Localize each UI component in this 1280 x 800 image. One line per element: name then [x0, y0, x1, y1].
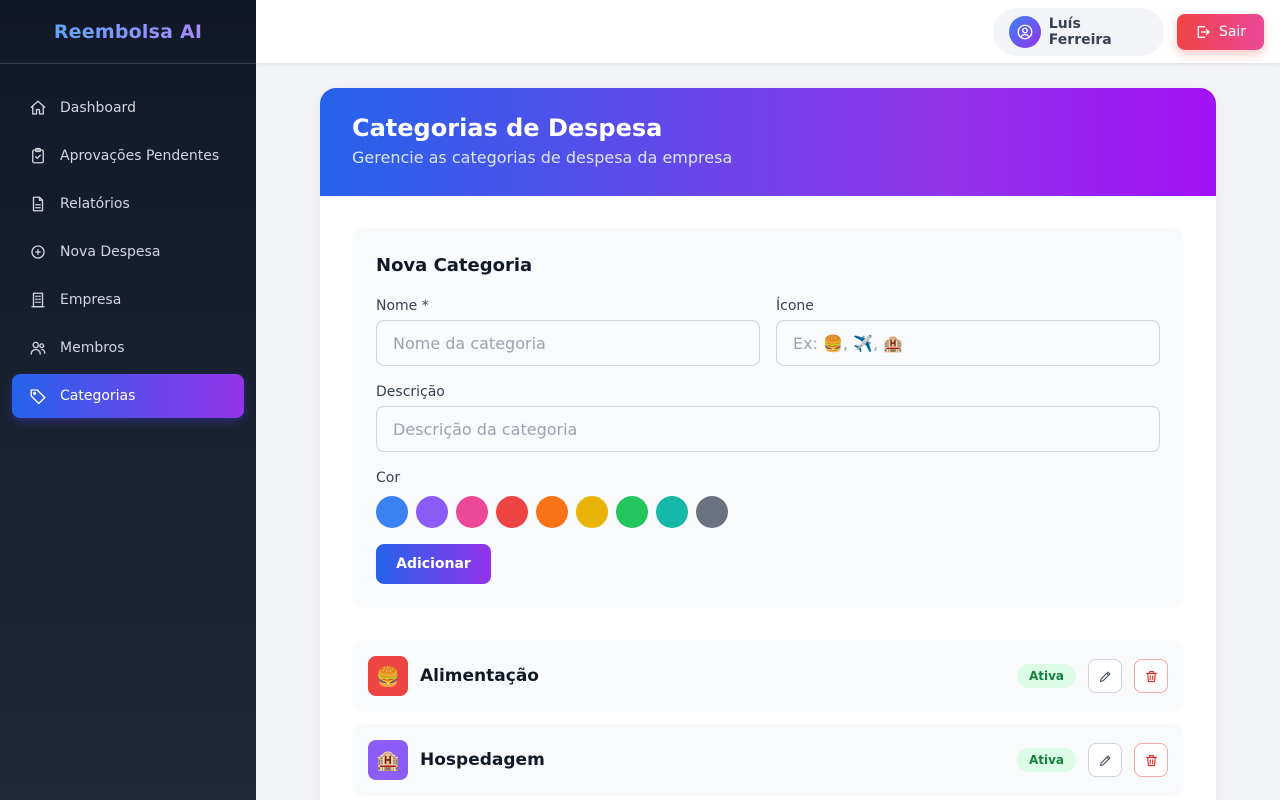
edit-category-button[interactable]	[1088, 659, 1122, 693]
sidebar-item-label: Empresa	[60, 292, 122, 308]
categories-card: Categorias de Despesa Gerencie as catego…	[320, 88, 1216, 800]
trash-icon	[1145, 670, 1157, 682]
logout-label: Sair	[1218, 24, 1247, 40]
tag-icon	[28, 386, 48, 406]
document-icon	[28, 194, 48, 214]
sidebar-item-label: Nova Despesa	[60, 244, 161, 260]
brand: Reembolsa AI	[0, 0, 256, 64]
form-title: Nova Categoria	[376, 255, 533, 276]
sidebar-item-approvals[interactable]: Aprovações Pendentes	[12, 134, 244, 178]
color-swatch-green[interactable]	[616, 496, 648, 528]
category-row: 🍔 Alimentação Ativa	[352, 640, 1184, 712]
add-category-button[interactable]: Adicionar	[376, 544, 491, 584]
category-name: Hospedagem	[420, 750, 545, 770]
category-emoji-icon: 🏨	[368, 740, 408, 780]
user-circle-icon	[1009, 16, 1041, 48]
sidebar-item-new-expense[interactable]: Nova Despesa	[12, 230, 244, 274]
name-label: Nome *	[376, 298, 429, 314]
new-category-form: Nova Categoria Nome * Nome da categoria …	[352, 228, 1184, 608]
home-icon	[28, 98, 48, 118]
sidebar-item-members[interactable]: Membros	[12, 326, 244, 370]
sidebar-item-dashboard[interactable]: Dashboard	[12, 86, 244, 130]
user-name: Luís Ferreira	[1048, 16, 1112, 48]
color-swatch-gray[interactable]	[696, 496, 728, 528]
icon-input[interactable]: Ex: 🍔, ✈️, 🏨	[776, 320, 1160, 366]
sidebar-item-company[interactable]: Empresa	[12, 278, 244, 322]
sidebar-item-label: Dashboard	[60, 100, 136, 116]
sidebar-nav: Dashboard Aprovações Pendentes Relatório…	[0, 64, 256, 418]
sidebar-item-categories[interactable]: Categorias	[12, 374, 244, 418]
color-swatch-pink[interactable]	[456, 496, 488, 528]
description-label: Descrição	[376, 384, 445, 400]
trash-icon	[1145, 754, 1157, 766]
icon-label: Ícone	[776, 298, 814, 314]
building-icon	[28, 290, 48, 310]
logout-icon	[1195, 24, 1211, 40]
color-swatch-red[interactable]	[496, 496, 528, 528]
edit-category-button[interactable]	[1088, 743, 1122, 777]
category-row: 🏨 Hospedagem Ativa	[352, 724, 1184, 796]
clipboard-check-icon	[28, 146, 48, 166]
color-swatch-orange[interactable]	[536, 496, 568, 528]
brand-name[interactable]: Reembolsa AI	[54, 21, 202, 43]
top-header: Luís Ferreira Sair	[256, 0, 1280, 64]
page-subtitle: Gerencie as categorias de despesa da emp…	[352, 148, 733, 167]
delete-category-button[interactable]	[1134, 659, 1168, 693]
name-input[interactable]: Nome da categoria	[376, 320, 760, 366]
users-icon	[28, 338, 48, 358]
card-header: Categorias de Despesa Gerencie as catego…	[320, 88, 1216, 196]
logout-button[interactable]: Sair	[1177, 14, 1264, 50]
user-menu[interactable]: Luís Ferreira	[993, 8, 1164, 56]
status-badge: Ativa	[1016, 748, 1076, 772]
sidebar-item-label: Aprovações Pendentes	[60, 148, 220, 164]
sidebar-item-label: Relatórios	[60, 196, 130, 212]
color-label: Cor	[376, 470, 401, 486]
color-swatch-blue[interactable]	[376, 496, 408, 528]
category-emoji-icon: 🍔	[368, 656, 408, 696]
description-input[interactable]: Descrição da categoria	[376, 406, 1160, 452]
category-name: Alimentação	[420, 666, 539, 686]
pencil-icon	[1099, 755, 1110, 766]
page-title: Categorias de Despesa	[352, 114, 663, 142]
delete-category-button[interactable]	[1134, 743, 1168, 777]
status-badge: Ativa	[1016, 664, 1076, 688]
color-picker	[376, 496, 736, 528]
color-swatch-purple[interactable]	[416, 496, 448, 528]
sidebar-item-label: Categorias	[60, 388, 136, 404]
sidebar-item-reports[interactable]: Relatórios	[12, 182, 244, 226]
sidebar: Reembolsa AI Dashboard Aprovações Penden…	[0, 0, 256, 800]
color-swatch-yellow[interactable]	[576, 496, 608, 528]
color-swatch-teal[interactable]	[656, 496, 688, 528]
sidebar-item-label: Membros	[60, 340, 125, 356]
pencil-icon	[1099, 671, 1110, 682]
plus-circle-icon	[28, 242, 48, 262]
